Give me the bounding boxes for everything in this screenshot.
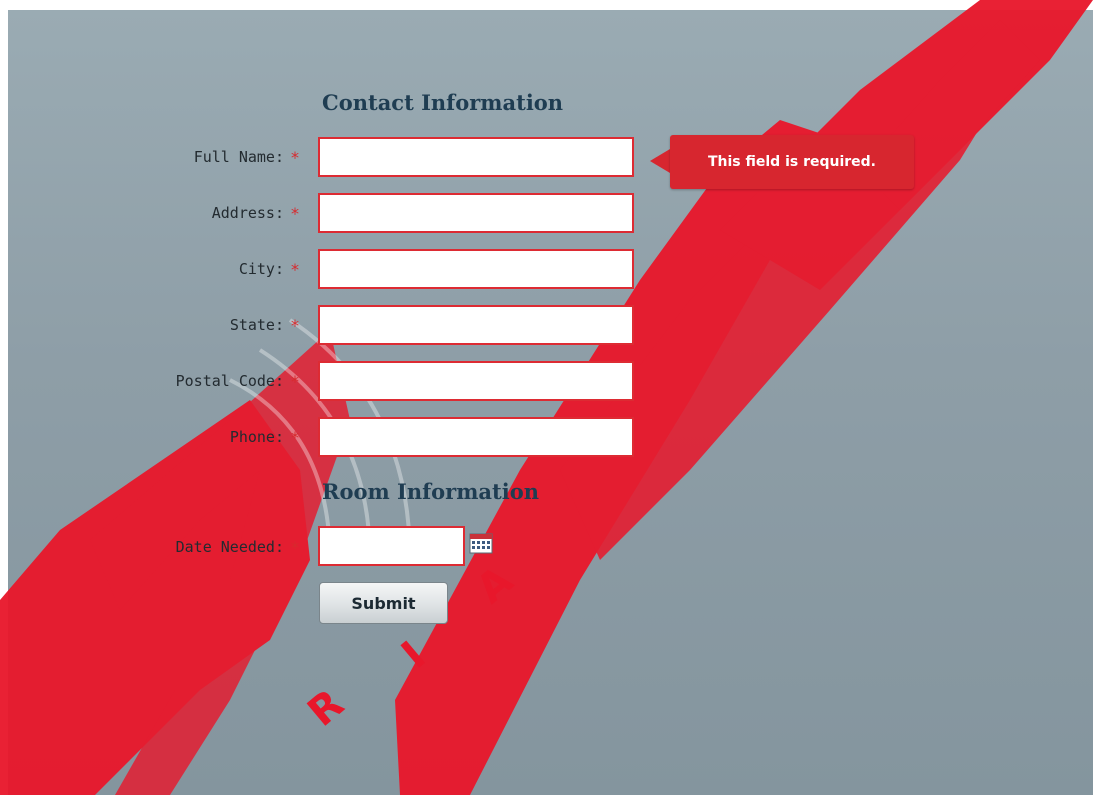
submit-button[interactable]: Submit	[319, 582, 448, 624]
date-needed-label: Date Needed:	[175, 538, 284, 556]
state-required-marker: *	[291, 316, 299, 335]
address-required-marker: *	[291, 204, 299, 223]
postal-code-input[interactable]	[318, 361, 634, 401]
city-required-marker: *	[291, 260, 299, 279]
full-name-input[interactable]	[318, 137, 634, 177]
phone-input[interactable]	[318, 417, 634, 457]
phone-label: Phone:	[229, 428, 284, 446]
state-input[interactable]	[318, 305, 634, 345]
full-name-required-marker: *	[291, 148, 299, 167]
date-needed-required-marker: *	[291, 538, 299, 557]
address-label: Address:	[211, 204, 284, 222]
date-needed-input[interactable]	[318, 526, 465, 566]
validation-tooltip: This field is required.	[670, 135, 914, 189]
tooltip-pointer	[650, 149, 670, 173]
state-label: State:	[229, 316, 284, 334]
city-label: City:	[238, 260, 284, 278]
postal-code-required-marker: *	[291, 372, 299, 391]
calendar-icon[interactable]	[469, 531, 493, 555]
address-input[interactable]	[318, 193, 634, 233]
room-section-title: Room Information	[322, 479, 539, 504]
postal-code-label: Postal Code:	[175, 372, 284, 390]
city-input[interactable]	[318, 249, 634, 289]
contact-section-title: Contact Information	[322, 90, 564, 115]
full-name-label: Full Name:	[193, 148, 284, 166]
phone-required-marker: *	[291, 428, 299, 447]
form-background	[8, 10, 1093, 795]
